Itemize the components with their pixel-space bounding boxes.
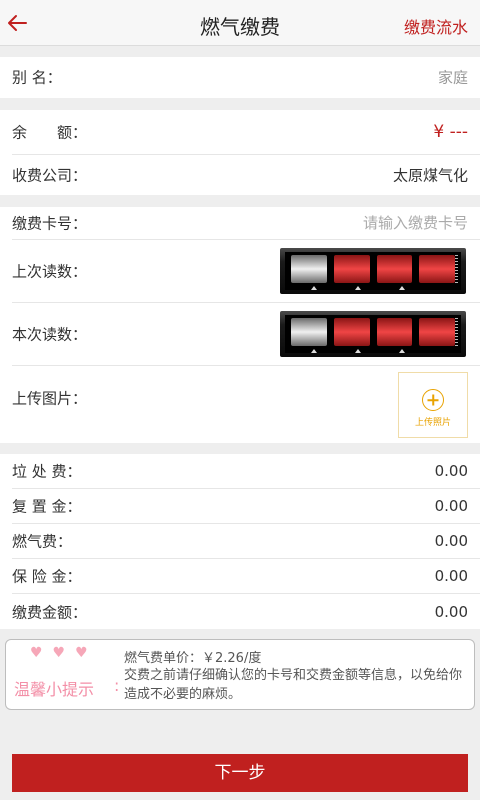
fee-value: 0.00 — [434, 602, 468, 621]
alias-section: 别 名： 家庭 — [0, 57, 480, 98]
meter-digit — [333, 318, 370, 346]
meter-digit — [376, 255, 413, 283]
meter-tick-icon — [399, 286, 405, 290]
meter-tick-icon — [355, 349, 361, 353]
fee-label: 垃 处 费： — [12, 462, 82, 481]
meter-tick-icon — [311, 286, 317, 290]
meter-tick-icon — [399, 349, 405, 353]
hearts-icon: ♥♥♥ — [30, 645, 98, 661]
fee-row-total: 缴费金额： 0.00 — [12, 594, 480, 629]
fee-value: 0.00 — [434, 462, 468, 480]
last-reading-meter[interactable] — [280, 248, 466, 294]
meter-scale-icon — [455, 318, 458, 346]
card-number-input[interactable] — [268, 214, 468, 232]
fee-row: 保 险 金： 0.00 — [12, 559, 480, 594]
card-number-label: 缴费卡号： — [12, 214, 88, 233]
company-row: 收费公司： 太原煤气化 — [12, 155, 480, 195]
card-number-row: 缴费卡号： — [12, 207, 480, 240]
fees-section: 垃 处 费： 0.00 复 置 金： 0.00 燃气费： 0.00 保 险 金：… — [0, 454, 480, 629]
upload-photo-label: 上传照片 — [414, 418, 451, 428]
alias-label: 别 名： — [12, 68, 62, 87]
balance-label: 余 额： — [12, 123, 88, 142]
meter-digit — [419, 318, 455, 346]
meter-scale-icon — [455, 255, 458, 283]
meter-tick-icon — [311, 349, 317, 353]
current-reading-label: 本次读数： — [12, 325, 88, 344]
current-reading-meter[interactable] — [280, 311, 466, 357]
company-label: 收费公司： — [12, 166, 88, 185]
tip-notice: 交费之前请仔细确认您的卡号和交费金额等信息，以免给你造成不必要的麻烦。 — [124, 668, 463, 702]
fee-label: 复 置 金： — [12, 497, 82, 516]
meter-tick-icon — [355, 286, 361, 290]
tip-price: 燃气费单价：￥2.26/度 — [124, 651, 262, 666]
next-step-button[interactable]: 下一步 — [12, 754, 468, 792]
current-reading-row: 本次读数： — [12, 303, 480, 366]
plus-circle-icon — [422, 389, 444, 411]
fee-value: 0.00 — [434, 567, 468, 585]
fee-label: 保 险 金： — [12, 567, 82, 586]
upload-photo-button[interactable]: 上传照片 — [398, 372, 468, 438]
company-value: 太原煤气化 — [392, 166, 468, 185]
last-reading-label: 上次读数： — [12, 262, 88, 281]
last-reading-row: 上次读数： — [12, 240, 480, 303]
balance-value: ¥ --- — [433, 122, 468, 142]
account-section: 余 额： ¥ --- 收费公司： 太原煤气化 — [0, 110, 480, 195]
balance-row: 余 额： ¥ --- — [12, 110, 480, 155]
fee-label: 燃气费： — [12, 532, 73, 551]
reading-section: 缴费卡号： 上次读数： 本次读数： — [0, 207, 480, 443]
meter-digit — [291, 255, 327, 283]
fee-value: 0.00 — [434, 497, 468, 515]
fee-value: 0.00 — [434, 532, 468, 550]
meter-digit — [419, 255, 455, 283]
meter-digit — [333, 255, 370, 283]
fee-row: 垃 处 费： 0.00 — [12, 454, 480, 489]
upload-row: 上传图片： 上传照片 — [12, 366, 480, 443]
header-bar: 燃气缴费 缴费流水 — [0, 0, 480, 46]
meter-digit — [291, 318, 327, 346]
alias-row[interactable]: 别 名： 家庭 — [12, 57, 480, 97]
fee-label: 缴费金额： — [12, 603, 88, 621]
upload-label: 上传图片： — [12, 389, 88, 408]
tip-colon: : — [114, 676, 120, 695]
payment-record-link[interactable]: 缴费流水 — [404, 14, 468, 38]
tip-box: ♥♥♥ 温馨小提示 : 燃气费单价：￥2.26/度 交费之前请仔细确认您的卡号和… — [5, 639, 475, 710]
meter-digit — [376, 318, 413, 346]
fee-row: 燃气费： 0.00 — [12, 524, 480, 559]
tip-title: 温馨小提示 — [14, 680, 95, 699]
alias-value[interactable]: 家庭 — [438, 67, 468, 88]
fee-row: 复 置 金： 0.00 — [12, 489, 480, 524]
